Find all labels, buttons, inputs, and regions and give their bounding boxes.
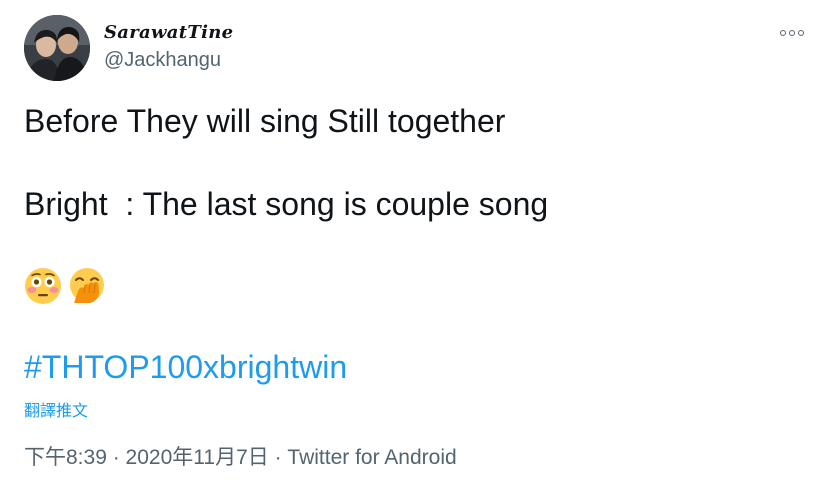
avatar[interactable] [24, 15, 90, 81]
translate-tweet-button[interactable]: 翻譯推文 [24, 397, 88, 421]
more-horizontal-icon [789, 30, 795, 36]
separator: · [268, 446, 288, 469]
avatar-image [24, 15, 90, 81]
tweet-metadata: 下午8:39 · 2020年11月7日 · Twitter for Androi… [24, 441, 457, 471]
tweet-source-link[interactable]: Twitter for Android [287, 446, 456, 469]
tweet-time[interactable]: 下午8:39 [24, 446, 107, 469]
display-name[interactable]: SarawatTine [104, 22, 233, 43]
tweet-text-line: Bright : The last song is couple song [24, 186, 549, 222]
flushed-face-emoji-icon [24, 267, 62, 305]
tweet-text-line: Before They will sing Still together [24, 103, 506, 139]
separator: · [106, 446, 126, 469]
more-options-button[interactable] [777, 24, 807, 42]
more-horizontal-icon [780, 30, 786, 36]
tweet-date[interactable]: 2020年11月7日 [126, 446, 269, 469]
tweet-card: SarawatTine @Jackhangu Before They will … [0, 0, 826, 488]
more-horizontal-icon [798, 30, 804, 36]
user-handle[interactable]: @Jackhangu [104, 49, 221, 72]
hashtag-link[interactable]: #THTOP100xbrightwin [24, 349, 347, 386]
face-with-hand-over-mouth-emoji-icon [68, 267, 106, 305]
